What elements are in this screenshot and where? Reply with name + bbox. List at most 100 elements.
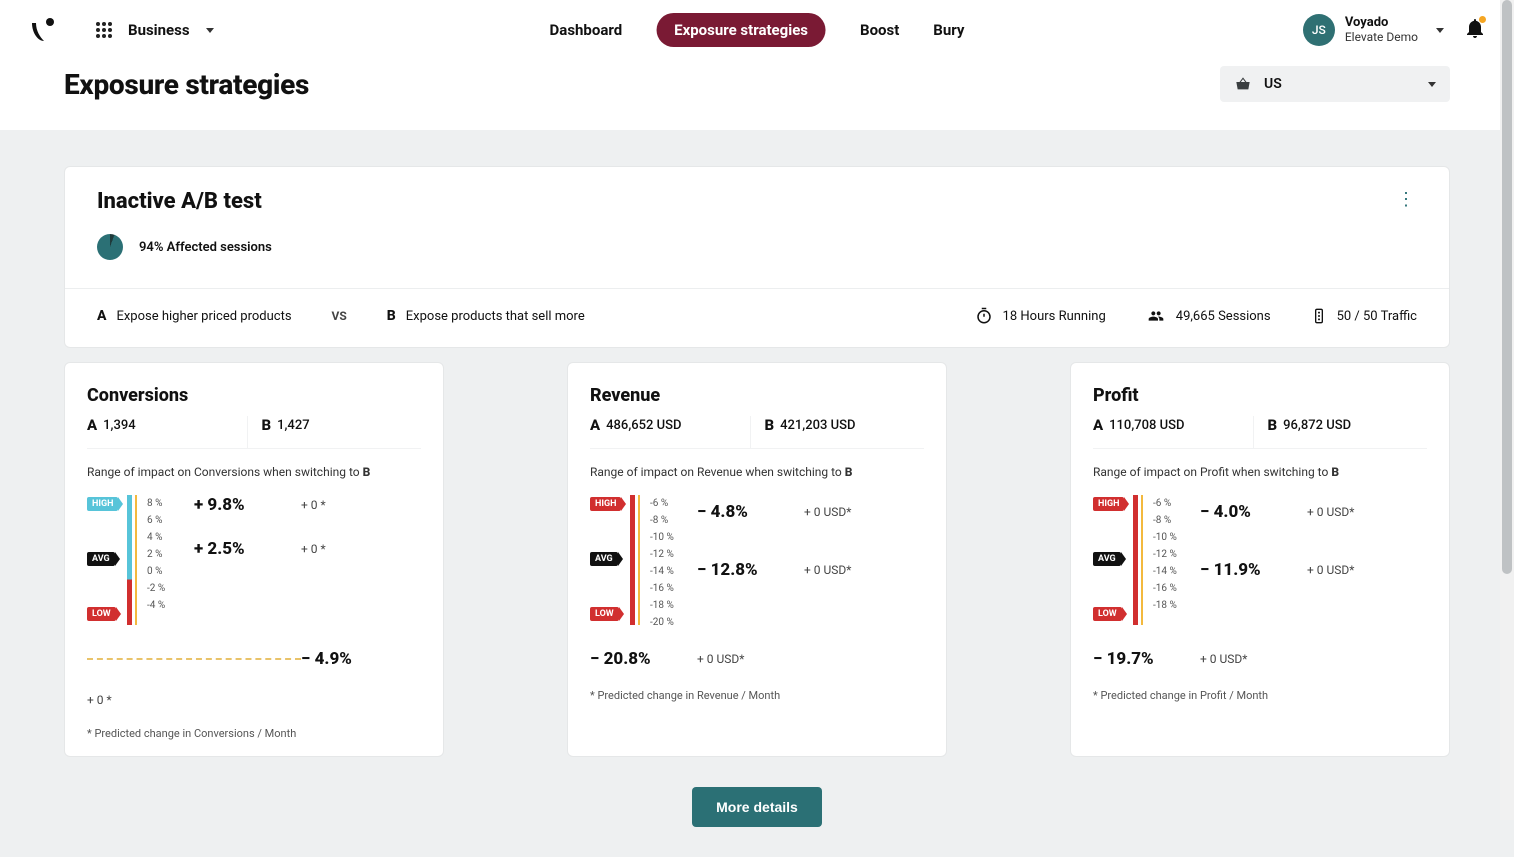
- revenue-impact-label: Range of impact on Revenue when switchin…: [590, 465, 924, 479]
- nav-dashboard[interactable]: Dashboard: [550, 21, 623, 39]
- letter-a: A: [590, 416, 600, 434]
- market-label: US: [1264, 76, 1282, 92]
- profit-avg-pred: + 0 USD*: [1307, 563, 1427, 577]
- low-tag: LOW: [87, 607, 116, 621]
- chevron-down-icon: [1436, 28, 1444, 33]
- high-tag: HIGH: [1093, 497, 1124, 511]
- conversions-high-pred: + 0 *: [301, 498, 421, 512]
- revenue-title: Revenue: [590, 385, 924, 406]
- conversions-avg-pct: + 2.5%: [194, 539, 301, 559]
- card-menu-button[interactable]: ⋮: [1397, 189, 1417, 210]
- traffic-split: 50 / 50 Traffic: [1311, 307, 1417, 325]
- account-org: Voyado: [1345, 16, 1418, 31]
- scrollbar[interactable]: [1500, 0, 1514, 820]
- revenue-low-pct: − 20.8%: [590, 649, 697, 669]
- more-details-button[interactable]: More details: [692, 787, 822, 827]
- revenue-card: Revenue A 486,652 USD B 421,203 USD Range …: [567, 362, 947, 757]
- profit-a-value: 110,708 USD: [1109, 418, 1184, 433]
- chevron-down-icon: [1428, 82, 1436, 87]
- vs-label: VS: [332, 309, 347, 323]
- high-tag: HIGH: [590, 497, 621, 511]
- revenue-footnote: * Predicted change in Revenue / Month: [590, 689, 924, 702]
- conversions-a-value: 1,394: [103, 418, 135, 433]
- revenue-high-pred: + 0 USD*: [804, 505, 924, 519]
- low-tag: LOW: [1093, 607, 1122, 621]
- conversions-low-pred: + 0 *: [87, 693, 194, 707]
- notifications-button[interactable]: [1466, 18, 1484, 42]
- profit-sparkline: HIGH AVG LOW -6 %-8 %-10 %-12 %-14 %-16 …: [1093, 495, 1200, 625]
- avg-tag: AVG: [1093, 552, 1121, 566]
- basket-icon: [1234, 76, 1252, 92]
- sessions-text: 49,665 Sessions: [1176, 309, 1271, 324]
- profit-low-pct: − 19.7%: [1093, 649, 1200, 669]
- running-time: 18 Hours Running: [975, 307, 1106, 325]
- variant-a: A Expose higher priced products: [97, 308, 292, 324]
- conversions-footnote: * Predicted change in Conversions / Mont…: [87, 727, 421, 740]
- variant-b-desc: Expose products that sell more: [406, 309, 585, 324]
- profit-low-pred: + 0 USD*: [1200, 652, 1307, 666]
- revenue-low-pred: + 0 USD*: [697, 652, 804, 666]
- conversions-b-value: 1,427: [277, 418, 309, 433]
- letter-a: A: [87, 416, 97, 434]
- conversions-sparkline: HIGH AVG LOW 8 %6 %4 %2 %0 %-2 %-4 %: [87, 495, 194, 625]
- conversions-scale: 8 %6 %4 %2 %0 %-2 %-4 %: [147, 495, 165, 614]
- affected-sessions-text: 94% Affected sessions: [139, 240, 272, 255]
- profit-avg-pct: − 11.9%: [1200, 560, 1307, 580]
- user-block: JS Voyado Elevate Demo: [1303, 14, 1484, 46]
- revenue-a-value: 486,652 USD: [606, 418, 681, 433]
- business-switcher[interactable]: Business: [96, 21, 214, 39]
- low-tag: LOW: [590, 607, 619, 621]
- profit-card: Profit A110,708 USD B96,872 USD Range of…: [1070, 362, 1450, 757]
- revenue-avg-pred: + 0 USD*: [804, 563, 924, 577]
- account-switcher[interactable]: JS Voyado Elevate Demo: [1303, 14, 1444, 46]
- account-env: Elevate Demo: [1345, 31, 1418, 45]
- variant-a-desc: Expose higher priced products: [116, 309, 291, 324]
- letter-b: B: [387, 308, 396, 324]
- conversions-high-pct: + 9.8%: [194, 495, 301, 515]
- ab-test-title: Inactive A/B test: [97, 189, 1417, 214]
- ab-test-card: ⋮ Inactive A/B test 94% Affected session…: [64, 166, 1450, 348]
- main-nav: Dashboard Exposure strategies Boost Bury: [550, 13, 965, 47]
- profit-title: Profit: [1093, 385, 1427, 406]
- revenue-high-pct: − 4.8%: [697, 502, 804, 522]
- timer-icon: [975, 307, 993, 325]
- conversions-avg-pred: + 0 *: [301, 542, 421, 556]
- market-select[interactable]: US: [1220, 66, 1450, 102]
- letter-b: B: [262, 416, 272, 434]
- conversions-low-pct: − 4.9%: [301, 649, 421, 669]
- traffic-text: 50 / 50 Traffic: [1337, 309, 1417, 324]
- ab-test-meta: A Expose higher priced products VS B Exp…: [65, 288, 1449, 347]
- profit-scale: -6 %-8 %-10 %-12 %-14 %-16 %-18 %: [1153, 495, 1177, 614]
- avg-tag: AVG: [590, 552, 618, 566]
- profit-b-value: 96,872 USD: [1283, 418, 1351, 433]
- letter-b: B: [765, 416, 775, 434]
- nav-boost[interactable]: Boost: [860, 21, 899, 39]
- avatar: JS: [1303, 14, 1335, 46]
- nav-exposure-strategies[interactable]: Exposure strategies: [656, 13, 826, 47]
- page-title: Exposure strategies: [64, 68, 309, 101]
- top-bar: Business Dashboard Exposure strategies B…: [0, 0, 1514, 60]
- account-names: Voyado Elevate Demo: [1345, 16, 1418, 45]
- notification-dot: [1479, 16, 1486, 23]
- variant-b: B Expose products that sell more: [387, 308, 585, 324]
- revenue-b-value: 421,203 USD: [780, 418, 855, 433]
- conversions-title: Conversions: [87, 385, 421, 406]
- zero-line: [87, 658, 301, 660]
- revenue-scale: -6 %-8 %-10 %-12 %-14 %-16 %-18 %-20 %: [650, 495, 674, 631]
- running-time-text: 18 Hours Running: [1003, 309, 1106, 324]
- avg-tag: AVG: [87, 552, 115, 566]
- profit-footnote: * Predicted change in Profit / Month: [1093, 689, 1427, 702]
- profit-high-pred: + 0 USD*: [1307, 505, 1427, 519]
- content-area: ⋮ Inactive A/B test 94% Affected session…: [0, 130, 1514, 857]
- profit-high-pct: − 4.0%: [1200, 502, 1307, 522]
- revenue-avg-pct: − 12.8%: [697, 560, 804, 580]
- pie-icon: [97, 234, 123, 260]
- nav-bury[interactable]: Bury: [933, 21, 964, 39]
- sessions-count: 49,665 Sessions: [1146, 308, 1271, 324]
- metric-cards-row: Conversions A 1,394 B 1,427 Range of impac…: [64, 362, 1450, 757]
- conversions-impact-label: Range of impact on Conversions when swit…: [87, 465, 421, 479]
- business-label: Business: [128, 21, 190, 39]
- letter-a: A: [97, 308, 106, 324]
- chevron-down-icon: [206, 28, 214, 33]
- letter-a: A: [1093, 416, 1103, 434]
